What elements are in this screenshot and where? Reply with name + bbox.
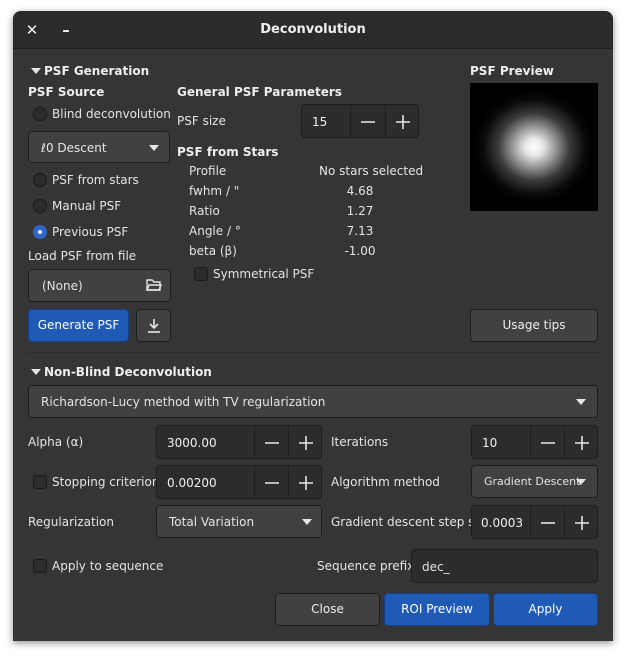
window-title: Deconvolution bbox=[260, 22, 366, 37]
manual-psf-label[interactable]: Manual PSF bbox=[52, 199, 121, 213]
non-blind-header[interactable]: Non-Blind Deconvolution bbox=[44, 365, 212, 379]
fwhm-value: 4.68 bbox=[346, 184, 374, 198]
load-psf-label: Load PSF from file bbox=[28, 249, 137, 263]
plus-icon[interactable] bbox=[564, 506, 597, 538]
previous-psf-radio[interactable] bbox=[33, 225, 47, 239]
regularization-dropdown[interactable]: Total Variation bbox=[156, 505, 322, 538]
plus-icon[interactable] bbox=[564, 426, 597, 458]
alpha-value: 3000.00 bbox=[167, 436, 217, 450]
general-params-header: General PSF Parameters bbox=[177, 85, 342, 99]
apply-button[interactable]: Apply bbox=[493, 593, 598, 626]
file-chooser-button[interactable]: (None) bbox=[28, 269, 171, 302]
roi-preview-button[interactable]: ROI Preview bbox=[384, 593, 490, 626]
step-size-spinner[interactable]: 0.0003 bbox=[471, 505, 598, 539]
algorithm-method-label: Algorithm method bbox=[331, 475, 440, 489]
expander-psf-generation-icon[interactable] bbox=[31, 68, 41, 74]
iterations-label: Iterations bbox=[331, 435, 389, 449]
file-chooser-value: (None) bbox=[42, 279, 83, 293]
regularization-value: Total Variation bbox=[169, 515, 255, 529]
stopping-criterion-checkbox[interactable] bbox=[33, 475, 47, 489]
psf-from-stars-label[interactable]: PSF from stars bbox=[52, 173, 139, 187]
section-divider bbox=[28, 352, 598, 353]
psf-size-spinner[interactable]: 15 bbox=[301, 104, 419, 138]
minus-icon[interactable] bbox=[530, 426, 564, 458]
minus-icon[interactable] bbox=[254, 466, 288, 498]
titlebar: ✕ – Deconvolution bbox=[13, 11, 613, 49]
chevron-down-icon bbox=[302, 519, 312, 525]
alpha-spinner[interactable]: 3000.00 bbox=[156, 425, 322, 459]
symmetrical-psf-checkbox[interactable] bbox=[194, 267, 208, 281]
alpha-label: Alpha (α) bbox=[28, 435, 84, 449]
previous-psf-label[interactable]: Previous PSF bbox=[52, 225, 128, 239]
deconvolution-method-value: Richardson-Lucy method with TV regulariz… bbox=[41, 395, 326, 409]
expander-non-blind-icon[interactable] bbox=[31, 369, 41, 375]
psf-from-stars-header: PSF from Stars bbox=[177, 145, 279, 159]
angle-label: Angle / ° bbox=[189, 224, 241, 238]
blind-method-dropdown[interactable]: ℓ0 Descent bbox=[28, 131, 170, 163]
symmetrical-psf-label[interactable]: Symmetrical PSF bbox=[213, 267, 314, 281]
apply-to-sequence-checkbox[interactable] bbox=[33, 559, 47, 573]
manual-psf-radio[interactable] bbox=[33, 199, 47, 213]
deconvolution-dialog: ✕ – Deconvolution PSF Generation PSF Sou… bbox=[13, 11, 613, 641]
stopping-criterion-label[interactable]: Stopping criterion bbox=[52, 475, 159, 489]
stopping-value: 0.00200 bbox=[167, 476, 217, 490]
close-button[interactable]: Close bbox=[275, 593, 380, 626]
chevron-down-icon bbox=[576, 399, 586, 405]
download-icon bbox=[148, 319, 160, 333]
folder-open-icon bbox=[146, 279, 162, 291]
psf-size-value: 15 bbox=[312, 115, 328, 129]
fwhm-label: fwhm / " bbox=[189, 184, 240, 198]
chevron-down-icon bbox=[149, 145, 159, 151]
minus-icon[interactable] bbox=[530, 506, 564, 538]
profile-label: Profile bbox=[189, 164, 227, 178]
blind-deconvolution-radio[interactable] bbox=[33, 107, 47, 121]
blind-deconvolution-label[interactable]: Blind deconvolution bbox=[52, 107, 171, 121]
save-psf-button[interactable] bbox=[136, 309, 171, 342]
beta-label: beta (β) bbox=[189, 244, 237, 258]
minus-icon[interactable] bbox=[254, 426, 288, 458]
angle-value: 7.13 bbox=[346, 224, 374, 238]
apply-to-sequence-label[interactable]: Apply to sequence bbox=[52, 559, 163, 573]
sequence-prefix-value: dec_ bbox=[422, 560, 450, 574]
ratio-label: Ratio bbox=[189, 204, 220, 218]
sequence-prefix-label: Sequence prefix: bbox=[317, 559, 419, 573]
psf-source-label: PSF Source bbox=[28, 85, 105, 99]
blind-method-value: ℓ0 Descent bbox=[41, 141, 107, 155]
plus-icon[interactable] bbox=[288, 426, 321, 458]
psf-generation-header[interactable]: PSF Generation bbox=[44, 64, 149, 78]
iterations-spinner[interactable]: 10 bbox=[471, 425, 598, 459]
stopping-spinner[interactable]: 0.00200 bbox=[156, 465, 322, 499]
minus-icon[interactable] bbox=[350, 105, 384, 137]
psf-preview-header: PSF Preview bbox=[470, 64, 554, 78]
psf-from-stars-radio[interactable] bbox=[33, 173, 47, 187]
psf-preview-image bbox=[470, 83, 598, 211]
beta-value: -1.00 bbox=[344, 244, 376, 258]
psf-size-label: PSF size bbox=[177, 114, 226, 128]
profile-value: No stars selected bbox=[319, 164, 424, 178]
step-size-value: 0.0003 bbox=[481, 516, 523, 530]
algorithm-method-dropdown[interactable]: Gradient Descent bbox=[471, 465, 598, 498]
iterations-value: 10 bbox=[482, 436, 498, 450]
generate-psf-button[interactable]: Generate PSF bbox=[28, 309, 129, 342]
sequence-prefix-input[interactable]: dec_ bbox=[411, 549, 598, 583]
plus-icon[interactable] bbox=[385, 105, 418, 137]
algorithm-method-value: Gradient Descent bbox=[484, 475, 581, 488]
chevron-down-icon bbox=[576, 479, 586, 485]
plus-icon[interactable] bbox=[288, 466, 321, 498]
regularization-label: Regularization bbox=[28, 515, 114, 529]
usage-tips-button[interactable]: Usage tips bbox=[470, 309, 598, 342]
ratio-value: 1.27 bbox=[346, 204, 374, 218]
step-size-label: Gradient descent step size bbox=[331, 515, 492, 529]
deconvolution-method-dropdown[interactable]: Richardson-Lucy method with TV regulariz… bbox=[28, 385, 598, 418]
